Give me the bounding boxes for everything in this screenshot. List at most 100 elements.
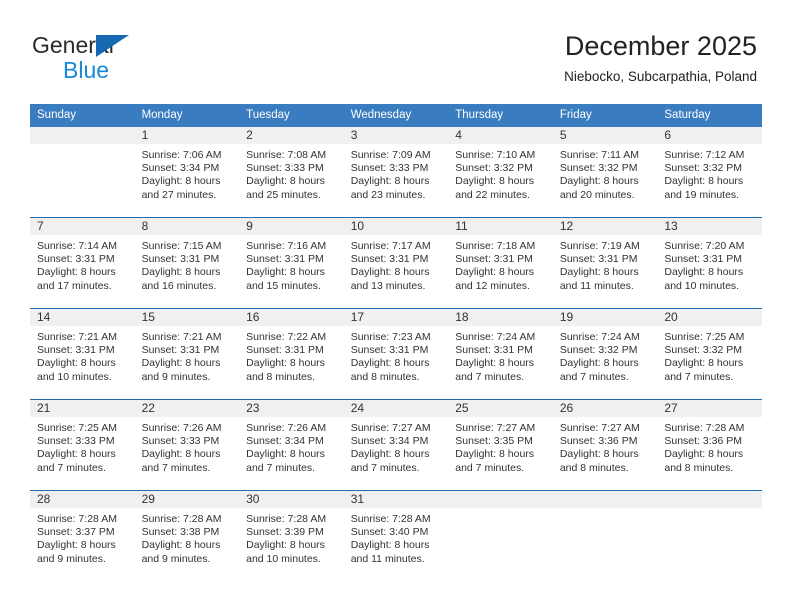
sunrise-text: Sunrise: 7:28 AM bbox=[350, 513, 431, 525]
sunset-text: Sunset: 3:33 PM bbox=[141, 435, 220, 448]
calendar-day-cell[interactable]: 10 Sunrise: 7:17 AM Sunset: 3:31 PM Dayligh… bbox=[343, 217, 449, 309]
daylight-text-line1: Daylight: 8 hours bbox=[246, 357, 325, 370]
daylight-text-line1: Daylight: 8 hours bbox=[37, 357, 116, 370]
day-details: Sunrise: 7:23 AM Sunset: 3:31 PM Daylight:… bbox=[344, 326, 449, 384]
calendar-day-cell[interactable]: 11 Sunrise: 7:18 AM Sunset: 3:31 PM Dayligh… bbox=[448, 217, 553, 309]
daylight-text-line1: Daylight: 8 hours bbox=[664, 357, 744, 370]
calendar-page: General Blue December 2025 Niebocko, Sub… bbox=[0, 0, 792, 612]
daylight-text-line1: Daylight: 8 hours bbox=[559, 357, 639, 370]
day-number: 28 bbox=[30, 491, 135, 508]
sunset-text: Sunset: 3:31 PM bbox=[246, 344, 324, 357]
sunrise-text: Sunrise: 7:28 AM bbox=[37, 513, 117, 525]
daylight-text-line1: Daylight: 8 hours bbox=[37, 266, 116, 279]
day-number: 26 bbox=[552, 400, 658, 417]
daylight-text-line1: Daylight: 8 hours bbox=[455, 266, 535, 279]
day-details: Sunrise: 7:11 AM Sunset: 3:32 PM Daylight:… bbox=[553, 144, 658, 202]
calendar-day-cell[interactable]: 29 Sunrise: 7:28 AM Sunset: 3:38 PM Dayligh… bbox=[134, 490, 240, 581]
daylight-text-line2: and 11 minutes. bbox=[350, 552, 425, 565]
sunrise-text: Sunrise: 7:18 AM bbox=[455, 240, 536, 252]
calendar-day-cell[interactable]: 15 Sunrise: 7:21 AM Sunset: 3:31 PM Dayligh… bbox=[134, 308, 240, 400]
daylight-text-line1: Daylight: 8 hours bbox=[141, 266, 221, 279]
calendar-day-cell[interactable]: 27 Sunrise: 7:28 AM Sunset: 3:36 PM Dayligh… bbox=[657, 399, 762, 491]
sunrise-text: Sunrise: 7:26 AM bbox=[246, 422, 327, 434]
calendar-day-cell[interactable]: 28 Sunrise: 7:28 AM Sunset: 3:37 PM Dayligh… bbox=[30, 490, 135, 581]
brand-name-blue: Blue bbox=[63, 57, 110, 83]
calendar-day-cell[interactable]: 12 Sunrise: 7:19 AM Sunset: 3:31 PM Dayligh… bbox=[552, 217, 658, 309]
daylight-text-line1: Daylight: 8 hours bbox=[664, 448, 744, 461]
day-details: Sunrise: 7:16 AM Sunset: 3:31 PM Daylight:… bbox=[239, 235, 344, 293]
day-details: Sunrise: 7:27 AM Sunset: 3:34 PM Daylight:… bbox=[344, 417, 449, 475]
calendar-day-cell[interactable]: 26 Sunrise: 7:27 AM Sunset: 3:36 PM Dayligh… bbox=[552, 399, 658, 491]
daylight-text-line2: and 7 minutes. bbox=[350, 461, 420, 474]
sunset-text: Sunset: 3:31 PM bbox=[350, 344, 429, 357]
daylight-text-line1: Daylight: 8 hours bbox=[455, 357, 535, 370]
day-details: Sunrise: 7:24 AM Sunset: 3:31 PM Daylight:… bbox=[448, 326, 553, 384]
calendar-day-cell[interactable]: 25 Sunrise: 7:27 AM Sunset: 3:35 PM Dayligh… bbox=[448, 399, 553, 491]
day-details: Sunrise: 7:21 AM Sunset: 3:31 PM Daylight:… bbox=[30, 326, 135, 384]
daylight-text-line1: Daylight: 8 hours bbox=[350, 175, 430, 188]
calendar-day-cell[interactable]: 20 Sunrise: 7:25 AM Sunset: 3:32 PM Dayligh… bbox=[657, 308, 762, 400]
calendar-day-cell[interactable]: 17 Sunrise: 7:23 AM Sunset: 3:31 PM Dayligh… bbox=[343, 308, 449, 400]
calendar-empty-cell bbox=[448, 490, 553, 581]
sunset-text: Sunset: 3:31 PM bbox=[664, 253, 743, 266]
sunset-text: Sunset: 3:38 PM bbox=[141, 526, 220, 539]
sunset-text: Sunset: 3:31 PM bbox=[37, 344, 115, 357]
calendar-day-cell[interactable]: 5 Sunrise: 7:11 AM Sunset: 3:32 PM Daylight… bbox=[552, 127, 658, 218]
sunrise-text: Sunrise: 7:27 AM bbox=[455, 422, 536, 434]
day-number: 3 bbox=[343, 127, 449, 144]
calendar-day-cell[interactable]: 30 Sunrise: 7:28 AM Sunset: 3:39 PM Dayligh… bbox=[239, 490, 344, 581]
calendar-day-cell[interactable]: 6 Sunrise: 7:12 AM Sunset: 3:32 PM Daylight… bbox=[657, 127, 762, 218]
day-number bbox=[552, 491, 658, 508]
day-number: 23 bbox=[239, 400, 344, 417]
brand-logo[interactable]: General Blue bbox=[32, 32, 212, 88]
calendar-day-cell[interactable]: 24 Sunrise: 7:27 AM Sunset: 3:34 PM Dayligh… bbox=[343, 399, 449, 491]
sunset-text: Sunset: 3:33 PM bbox=[246, 162, 324, 175]
daylight-text-line2: and 15 minutes. bbox=[246, 279, 321, 292]
daylight-text-line1: Daylight: 8 hours bbox=[246, 539, 325, 552]
calendar-day-cell[interactable]: 18 Sunrise: 7:24 AM Sunset: 3:31 PM Dayligh… bbox=[448, 308, 553, 400]
calendar-day-cell[interactable]: 2 Sunrise: 7:08 AM Sunset: 3:33 PM Daylight… bbox=[239, 127, 344, 218]
day-number: 5 bbox=[552, 127, 658, 144]
calendar-day-cell[interactable]: 16 Sunrise: 7:22 AM Sunset: 3:31 PM Dayligh… bbox=[239, 308, 344, 400]
calendar-day-cell[interactable]: 19 Sunrise: 7:24 AM Sunset: 3:32 PM Dayligh… bbox=[552, 308, 658, 400]
sunrise-text: Sunrise: 7:19 AM bbox=[559, 240, 640, 252]
daylight-text-line2: and 11 minutes. bbox=[559, 279, 634, 292]
calendar-day-cell[interactable]: 23 Sunrise: 7:26 AM Sunset: 3:34 PM Dayligh… bbox=[239, 399, 344, 491]
calendar-day-cell[interactable]: 22 Sunrise: 7:26 AM Sunset: 3:33 PM Dayligh… bbox=[134, 399, 240, 491]
day-number: 18 bbox=[448, 309, 553, 326]
daylight-text-line2: and 9 minutes. bbox=[37, 552, 106, 565]
calendar-day-cell[interactable]: 7 Sunrise: 7:14 AM Sunset: 3:31 PM Daylight… bbox=[30, 217, 135, 309]
calendar-day-cell[interactable]: 14 Sunrise: 7:21 AM Sunset: 3:31 PM Dayligh… bbox=[30, 308, 135, 400]
day-details: Sunrise: 7:08 AM Sunset: 3:33 PM Daylight:… bbox=[239, 144, 344, 202]
sunrise-text: Sunrise: 7:16 AM bbox=[246, 240, 327, 252]
day-details: Sunrise: 7:26 AM Sunset: 3:34 PM Daylight:… bbox=[239, 417, 344, 475]
calendar-day-cell[interactable]: 13 Sunrise: 7:20 AM Sunset: 3:31 PM Dayligh… bbox=[657, 217, 762, 309]
daylight-text-line1: Daylight: 8 hours bbox=[141, 539, 221, 552]
calendar-day-cell[interactable]: 3 Sunrise: 7:09 AM Sunset: 3:33 PM Daylight… bbox=[343, 127, 449, 218]
sunset-text: Sunset: 3:31 PM bbox=[37, 253, 115, 266]
sunset-text: Sunset: 3:32 PM bbox=[455, 162, 533, 175]
weekday-header-saturday: Saturday bbox=[657, 104, 762, 127]
day-number: 19 bbox=[552, 309, 658, 326]
day-number: 9 bbox=[239, 218, 344, 235]
calendar-day-cell[interactable]: 1 Sunrise: 7:06 AM Sunset: 3:34 PM Daylight… bbox=[134, 127, 240, 218]
calendar-day-cell[interactable]: 9 Sunrise: 7:16 AM Sunset: 3:31 PM Daylight… bbox=[239, 217, 344, 309]
day-details: Sunrise: 7:18 AM Sunset: 3:31 PM Daylight:… bbox=[448, 235, 553, 293]
sunrise-text: Sunrise: 7:28 AM bbox=[664, 422, 745, 434]
calendar-day-cell[interactable]: 21 Sunrise: 7:25 AM Sunset: 3:33 PM Dayligh… bbox=[30, 399, 135, 491]
calendar-empty-cell bbox=[552, 490, 658, 581]
sunset-text: Sunset: 3:33 PM bbox=[37, 435, 115, 448]
daylight-text-line2: and 10 minutes. bbox=[37, 370, 112, 383]
day-details: Sunrise: 7:14 AM Sunset: 3:31 PM Daylight:… bbox=[30, 235, 135, 293]
day-details: Sunrise: 7:24 AM Sunset: 3:32 PM Daylight:… bbox=[553, 326, 658, 384]
day-number: 17 bbox=[343, 309, 449, 326]
day-details: Sunrise: 7:09 AM Sunset: 3:33 PM Daylight:… bbox=[344, 144, 449, 202]
calendar-day-cell[interactable]: 4 Sunrise: 7:10 AM Sunset: 3:32 PM Daylight… bbox=[448, 127, 553, 218]
calendar-body: 1 Sunrise: 7:06 AM Sunset: 3:34 PM Daylight… bbox=[30, 127, 762, 581]
calendar-day-cell[interactable]: 8 Sunrise: 7:15 AM Sunset: 3:31 PM Daylight… bbox=[134, 217, 240, 309]
calendar-day-cell[interactable]: 31 Sunrise: 7:28 AM Sunset: 3:40 PM Dayligh… bbox=[343, 490, 449, 581]
day-details: Sunrise: 7:19 AM Sunset: 3:31 PM Daylight:… bbox=[553, 235, 658, 293]
day-details: Sunrise: 7:10 AM Sunset: 3:32 PM Daylight:… bbox=[448, 144, 553, 202]
daylight-text-line2: and 10 minutes. bbox=[246, 552, 321, 565]
daylight-text-line1: Daylight: 8 hours bbox=[559, 448, 639, 461]
